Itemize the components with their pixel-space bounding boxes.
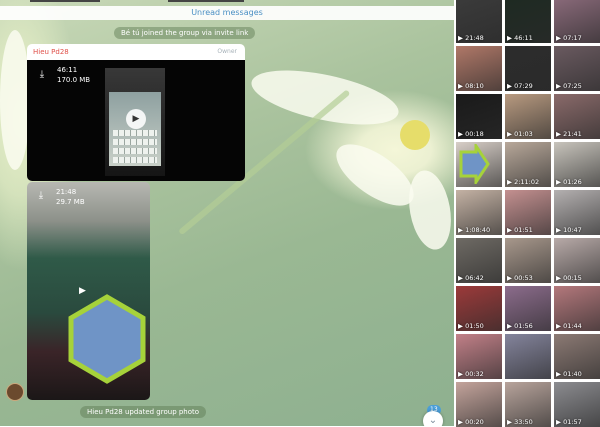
media-thumbnail-duration: ▶ 00:53 (507, 274, 533, 282)
media-thumbnail-duration: ▶ 01:51 (507, 226, 533, 234)
video-message[interactable]: ⤓ 46:11 170.0 MB ▶ (27, 60, 245, 181)
video-thumbnail-keys (113, 157, 157, 163)
media-thumbnail[interactable]: ▶ 07:29 (505, 46, 551, 91)
message-bubble[interactable]: Hieu Pd28 Owner ⤓ 46:11 170.0 MB ▶ (27, 44, 245, 181)
admin-badge: Owner (217, 48, 237, 55)
media-thumbnail[interactable]: ▶ 07:25 (554, 46, 600, 91)
media-thumbnail[interactable]: ▶ 33:50 (505, 382, 551, 427)
background-flower-center (400, 120, 430, 150)
media-thumbnail-duration: ▶ 01:57 (556, 418, 582, 426)
media-thumbnail[interactable]: ▶ 00:18 (456, 94, 502, 139)
shared-media-panel: ▶ 21:48 ▶ 46:11 ▶ 07:17 ▶ 08:10 ▶ 07:29 ▶ 07:… (454, 0, 600, 427)
avatar[interactable] (6, 383, 24, 401)
service-message-photo-updated: Hieu Pd28 updated group photo (80, 406, 207, 418)
previous-message-edge (168, 0, 244, 2)
media-thumbnail-duration: ▶ 00:20 (458, 418, 484, 426)
media-thumbnail[interactable]: ▶ 07:17 (554, 0, 600, 43)
media-thumbnail[interactable]: ▶ 01:56 (505, 286, 551, 331)
media-thumbnail[interactable]: ▶ 01:57 (554, 382, 600, 427)
media-thumbnail[interactable] (505, 334, 551, 379)
sender-name[interactable]: Hieu Pd28 (33, 48, 69, 56)
media-thumbnail-duration: ▶ 2:11:02 (507, 178, 540, 186)
chevron-down-icon[interactable]: ⌄ (423, 411, 443, 426)
background-petal (0, 30, 30, 170)
media-thumbnail[interactable]: ▶ 01:26 (554, 142, 600, 187)
video-thumbnail-keys (113, 130, 157, 136)
media-thumbnail[interactable]: ▶ 21:48 (456, 0, 502, 43)
video-message[interactable]: ⤓ 21:48 29.7 MB ▶ (27, 182, 150, 400)
video-size: 29.7 MB (56, 198, 85, 206)
redaction-arrow (458, 141, 490, 187)
media-thumbnail[interactable]: ▶ 00:53 (505, 238, 551, 283)
media-thumbnail-duration: ▶ 01:26 (556, 178, 582, 186)
media-thumbnail[interactable]: ▶ 01:51 (505, 190, 551, 235)
media-thumbnail[interactable]: ▶ 46:11 (505, 0, 551, 43)
media-thumbnail[interactable]: ▶ 01:03 (505, 94, 551, 139)
service-message-joined: Bé tú joined the group via invite link (114, 27, 256, 39)
play-icon[interactable]: ▶ (126, 109, 146, 129)
media-thumbnail[interactable]: ▶ 01:50 (456, 286, 502, 331)
media-thumbnail-duration: ▶ 06:42 (458, 274, 484, 282)
redaction-shape (67, 294, 147, 388)
media-thumbnail-duration: ▶ 07:29 (507, 82, 533, 90)
media-thumbnail-duration: ▶ 01:56 (507, 322, 533, 330)
media-thumbnail-duration: ▶ 07:25 (556, 82, 582, 90)
media-thumbnail-duration: ▶ 10:47 (556, 226, 582, 234)
download-icon[interactable]: ⤓ (32, 187, 50, 205)
media-thumbnail-duration: ▶ 00:18 (458, 130, 484, 138)
video-thumbnail-screen (109, 92, 161, 166)
media-thumbnail[interactable]: ▶ 00:15 (554, 238, 600, 283)
media-thumbnail[interactable]: ▶ 08:10 (456, 46, 502, 91)
media-thumbnail[interactable]: ▶ 10:47 (554, 190, 600, 235)
chat-area: Unread messages Bé tú joined the group v… (0, 0, 454, 426)
media-thumbnail-duration: ▶ 07:17 (556, 34, 582, 42)
media-thumbnail[interactable]: ▶ 21:41 (554, 94, 600, 139)
video-thumbnail-keys (113, 139, 157, 145)
media-thumbnail-duration: ▶ 00:15 (556, 274, 582, 282)
background-petal (403, 167, 454, 253)
media-thumbnail[interactable]: ▶ 06:42 (456, 238, 502, 283)
media-thumbnail-duration: ▶ 01:40 (556, 370, 582, 378)
unread-messages-divider: Unread messages (0, 6, 454, 20)
media-thumbnail-duration: ▶ 33:50 (507, 418, 533, 426)
media-thumbnail[interactable]: ▶ 1:08:40 (456, 190, 502, 235)
download-icon[interactable]: ⤓ (33, 66, 51, 84)
media-thumbnail-duration: ▶ 08:10 (458, 82, 484, 90)
video-thumbnail-keys (113, 148, 157, 154)
video-size: 170.0 MB (57, 76, 91, 84)
media-thumbnail[interactable]: ▶ 01:44 (554, 286, 600, 331)
redaction-arrow-icon (459, 141, 490, 187)
background-petal (246, 59, 404, 136)
media-thumbnail-duration: ▶ 46:11 (507, 34, 533, 42)
video-duration: 21:48 (56, 188, 77, 196)
video-duration: 46:11 (57, 66, 78, 74)
previous-message-edge (30, 0, 100, 2)
media-thumbnail-duration: ▶ 01:44 (556, 322, 582, 330)
media-thumbnail[interactable]: ▶ 01:40 (554, 334, 600, 379)
media-thumbnail[interactable]: ▶ 00:32 (456, 334, 502, 379)
media-thumbnail[interactable]: ▶ 00:20 (456, 382, 502, 427)
media-thumbnail[interactable]: ▶ 2:11:02 (505, 142, 551, 187)
media-thumbnail-duration: ▶ 21:41 (556, 130, 582, 138)
media-thumbnail-duration: ▶ 01:03 (507, 130, 533, 138)
media-thumbnail-duration: ▶ 01:50 (458, 322, 484, 330)
redaction-hexagon (68, 294, 146, 384)
unread-label: Unread messages (191, 8, 263, 17)
media-thumbnail-duration: ▶ 00:32 (458, 370, 484, 378)
media-thumbnail-duration: ▶ 21:48 (458, 34, 484, 42)
media-thumbnail-duration: ▶ 1:08:40 (458, 226, 491, 234)
